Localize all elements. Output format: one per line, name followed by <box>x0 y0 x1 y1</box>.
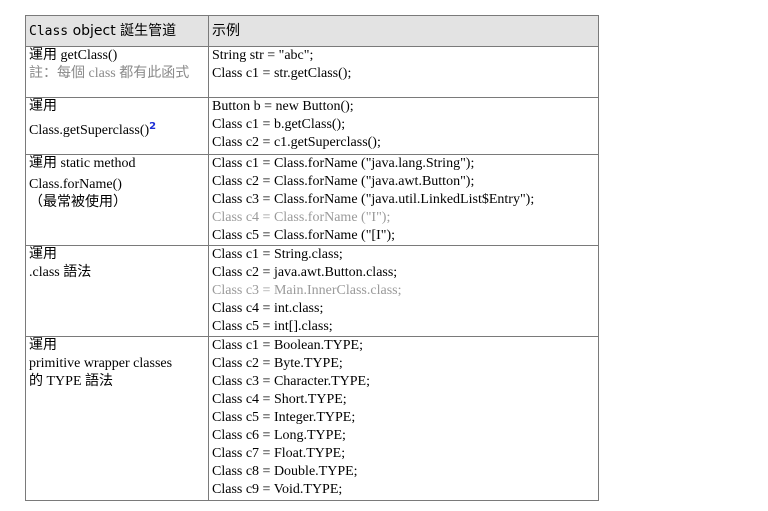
method-label: 運用 <box>29 247 57 262</box>
table-header-row: Class object 誕生管道 示例 <box>25 15 599 47</box>
method-note: 註：每個 class 都有此函式 <box>29 66 190 81</box>
code-line: Class c5 = int[].class; <box>212 319 333 334</box>
method-cell: 運用 static method Class.forName() （最常被使用） <box>25 154 209 246</box>
code-line: Class c6 = Long.TYPE; <box>212 428 346 443</box>
header-method-label: object 誕生管道 <box>68 22 177 39</box>
code-line: Class c1 = Class.forName ("java.lang.Str… <box>212 156 475 171</box>
example-cell: Class c1 = String.class; Class c2 = java… <box>208 245 599 337</box>
method-label: （最常被使用） <box>29 195 127 210</box>
table-row: 運用 static method Class.forName() （最常被使用）… <box>25 154 599 246</box>
code-line-muted: Class c4 = Class.forName ("I"); <box>212 210 391 225</box>
method-label: 運用 <box>29 99 57 114</box>
method-label-text: Class.getSuperclass() <box>29 123 150 138</box>
method-label: 運用 getClass() <box>29 48 118 63</box>
code-line: Class c1 = str.getClass(); <box>212 66 352 81</box>
table-row: 運用 primitive wrapper classes 的 TYPE 語法 C… <box>25 336 599 501</box>
code-line: Class c1 = b.getClass(); <box>212 117 346 132</box>
table-row: 運用 getClass() 註：每個 class 都有此函式 String st… <box>25 46 599 98</box>
code-line: Class c1 = Boolean.TYPE; <box>212 338 363 353</box>
example-cell: Class c1 = Boolean.TYPE; Class c2 = Byte… <box>208 336 599 501</box>
method-cell: 運用 Class.getSuperclass()2 <box>25 97 209 155</box>
method-cell: 運用 primitive wrapper classes 的 TYPE 語法 <box>25 336 209 501</box>
code-line: Class c8 = Double.TYPE; <box>212 464 358 479</box>
code-line: Class c7 = Float.TYPE; <box>212 446 346 461</box>
code-line: Class c2 = Byte.TYPE; <box>212 356 343 371</box>
code-line: Class c9 = Void.TYPE; <box>212 482 343 497</box>
example-cell: Button b = new Button(); Class c1 = b.ge… <box>208 97 599 155</box>
code-line: Class c4 = int.class; <box>212 301 324 316</box>
method-label: 運用 static method <box>29 156 136 171</box>
code-line: Class c3 = Class.forName ("java.util.Lin… <box>212 192 535 207</box>
class-object-table: Class object 誕生管道 示例 運用 getClass() 註：每個 … <box>25 15 599 501</box>
code-line: Class c3 = Character.TYPE; <box>212 374 370 389</box>
code-line: Class c5 = Class.forName ("[I"); <box>212 228 396 243</box>
header-code-word: Class <box>29 23 69 39</box>
code-line-muted: Class c3 = Main.InnerClass.class; <box>212 283 402 298</box>
method-cell: 運用 getClass() 註：每個 class 都有此函式 <box>25 46 209 98</box>
header-example-label: 示例 <box>212 23 240 39</box>
example-cell: String str = "abc"; Class c1 = str.getCl… <box>208 46 599 98</box>
header-cell-example: 示例 <box>208 15 599 47</box>
footnote-marker[interactable]: 2 <box>149 121 156 132</box>
method-label: Class.forName() <box>29 177 122 192</box>
method-label: .class 語法 <box>29 265 92 280</box>
code-line: Class c1 = String.class; <box>212 247 343 262</box>
code-line: Class c2 = c1.getSuperclass(); <box>212 135 381 150</box>
code-line: Class c5 = Integer.TYPE; <box>212 410 356 425</box>
table-row: 運用 Class.getSuperclass()2 Button b = new… <box>25 97 599 155</box>
code-line: Class c2 = java.awt.Button.class; <box>212 265 398 280</box>
method-cell: 運用 .class 語法 <box>25 245 209 337</box>
method-label: 的 TYPE 語法 <box>29 374 113 389</box>
table-row: 運用 .class 語法 Class c1 = String.class; Cl… <box>25 245 599 337</box>
code-line: Class c2 = Class.forName ("java.awt.Butt… <box>212 174 475 189</box>
code-line: Class c4 = Short.TYPE; <box>212 392 347 407</box>
code-line: Button b = new Button(); <box>212 99 354 114</box>
example-cell: Class c1 = Class.forName ("java.lang.Str… <box>208 154 599 246</box>
method-label: 運用 <box>29 338 57 353</box>
header-cell-method: Class object 誕生管道 <box>25 15 209 47</box>
code-line: String str = "abc"; <box>212 48 314 63</box>
method-label-line: Class.getSuperclass()2 <box>29 122 205 140</box>
method-label: primitive wrapper classes <box>29 356 173 371</box>
